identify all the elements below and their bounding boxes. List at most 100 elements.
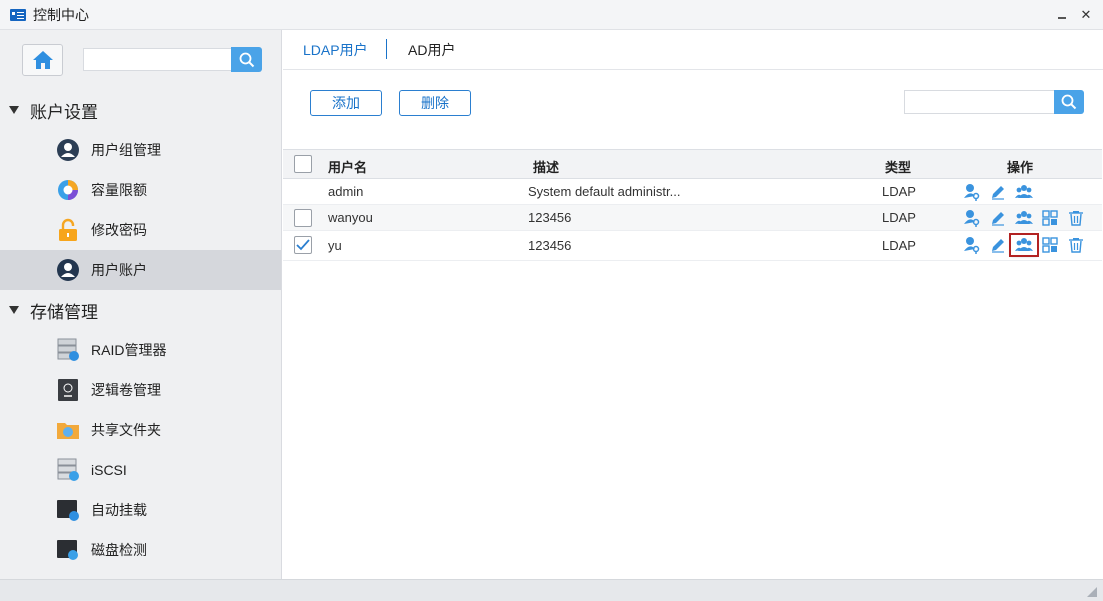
section-label: 存储管理: [30, 302, 98, 322]
sidebar-item-label: iSCSI: [91, 462, 127, 478]
collapse-triangle-icon: [9, 306, 19, 314]
resize-grip-icon[interactable]: [1087, 587, 1097, 597]
user-group-icon: [56, 138, 80, 162]
checkmark-icon: [296, 239, 310, 251]
apps-icon[interactable]: [1037, 235, 1063, 255]
sidebar-item-label: 共享文件夹: [91, 422, 161, 438]
cell-username: admin: [328, 184, 364, 199]
table-row: yu 123456 LDAP: [283, 231, 1102, 261]
lock-icon: [56, 218, 80, 242]
user-account-icon: [56, 258, 80, 282]
cell-username: wanyou: [328, 210, 373, 225]
table-row: wanyou 123456 LDAP: [283, 205, 1102, 231]
sidebar-item-lvm[interactable]: 逻辑卷管理: [0, 370, 281, 410]
trash-icon[interactable]: [1063, 208, 1089, 228]
disk-check-icon: [56, 538, 80, 562]
sidebar-item-user-group[interactable]: 用户组管理: [0, 130, 281, 170]
key-user-icon[interactable]: [959, 182, 985, 202]
status-bar: [0, 579, 1103, 601]
sidebar-item-shared-folder[interactable]: 共享文件夹: [0, 410, 281, 450]
search-icon: [1061, 94, 1077, 110]
minimize-button[interactable]: [1055, 6, 1069, 22]
user-search-input[interactable]: [904, 90, 1055, 114]
sidebar-search-input[interactable]: [83, 48, 231, 71]
cell-description: 123456: [528, 238, 572, 253]
table-header: 用户名 描述 类型 操作: [283, 149, 1102, 179]
sidebar-item-label: 磁盘检测: [91, 542, 147, 558]
sidebar-item-label: 用户组管理: [91, 142, 161, 158]
header-type: 类型: [885, 160, 912, 175]
header-actions: 操作: [1007, 160, 1034, 175]
apps-icon[interactable]: [1037, 208, 1063, 228]
trash-icon[interactable]: [1063, 235, 1089, 255]
cell-type: LDAP: [882, 210, 916, 225]
table-row: admin System default administr... LDAP: [283, 179, 1102, 205]
home-button[interactable]: [22, 44, 63, 76]
sidebar-item-label: 修改密码: [91, 222, 147, 238]
section-account-settings[interactable]: 账户设置: [0, 90, 281, 130]
row-checkbox[interactable]: [294, 209, 312, 227]
cell-description: System default administr...: [528, 184, 681, 199]
sidebar-item-quota[interactable]: 容量限额: [0, 170, 281, 210]
sidebar-item-label: RAID管理器: [91, 342, 167, 358]
tab-ldap-users[interactable]: LDAP用户: [303, 40, 368, 60]
close-icon: ✕: [1080, 6, 1092, 22]
header-description: 描述: [533, 160, 560, 175]
window-title: 控制中心: [33, 6, 89, 23]
user-search-button[interactable]: [1054, 90, 1084, 114]
add-button[interactable]: 添加: [310, 90, 382, 116]
user-table: 用户名 描述 类型 操作 admin System default admini…: [283, 149, 1102, 261]
cell-type: LDAP: [882, 238, 916, 253]
sidebar-item-label: 用户账户: [91, 262, 147, 278]
sidebar-item-automount[interactable]: 自动挂载: [0, 490, 281, 530]
tab-bar: LDAP用户 AD用户: [283, 30, 1103, 70]
share-folder-icon: [56, 418, 80, 442]
row-actions: [959, 182, 1037, 202]
collapse-triangle-icon: [9, 106, 19, 114]
row-actions: [959, 233, 1089, 257]
row-actions: [959, 208, 1089, 228]
header-username: 用户名: [328, 160, 368, 175]
group-icon[interactable]: [1009, 233, 1039, 257]
sidebar-item-label: 自动挂载: [91, 502, 147, 518]
group-icon[interactable]: [1011, 182, 1037, 202]
row-checkbox-checked[interactable]: [294, 236, 312, 254]
automount-icon: [56, 498, 80, 522]
edit-icon[interactable]: [985, 208, 1011, 228]
main-panel: LDAP用户 AD用户 添加 删除 用户名 描述 类型 操作 admin Sys…: [283, 30, 1103, 579]
cell-type: LDAP: [882, 184, 916, 199]
close-button[interactable]: ✕: [1079, 6, 1093, 22]
minimize-icon: [1058, 16, 1066, 19]
search-icon: [239, 52, 254, 67]
iscsi-icon: [56, 458, 80, 482]
lvm-icon: [56, 378, 80, 402]
key-user-icon[interactable]: [959, 235, 985, 255]
cell-username: yu: [328, 238, 342, 253]
tab-separator: [386, 39, 387, 59]
tab-ad-users[interactable]: AD用户: [408, 40, 455, 60]
window-controls: ✕: [1055, 6, 1093, 22]
sidebar-item-raid[interactable]: RAID管理器: [0, 330, 281, 370]
sidebar-search-button[interactable]: [231, 47, 262, 72]
section-label: 账户设置: [30, 102, 98, 122]
title-bar: 控制中心 ✕: [0, 0, 1103, 30]
sidebar: 账户设置 用户组管理 容量限额 修改密码 用户账户 存储管理 RAID管理器 逻…: [0, 30, 282, 579]
home-icon: [32, 51, 53, 69]
edit-icon[interactable]: [985, 235, 1011, 255]
edit-icon[interactable]: [985, 182, 1011, 202]
cell-description: 123456: [528, 210, 572, 225]
control-center-icon: [10, 8, 26, 21]
select-all-checkbox[interactable]: [294, 155, 312, 173]
raid-icon: [56, 338, 80, 362]
sidebar-item-disk-check[interactable]: 磁盘检测: [0, 530, 281, 570]
sidebar-item-iscsi[interactable]: iSCSI: [0, 450, 281, 490]
group-icon[interactable]: [1011, 208, 1037, 228]
key-user-icon[interactable]: [959, 208, 985, 228]
sidebar-item-change-password[interactable]: 修改密码: [0, 210, 281, 250]
delete-button[interactable]: 删除: [399, 90, 471, 116]
sidebar-item-label: 逻辑卷管理: [91, 382, 161, 398]
sidebar-item-label: 容量限额: [91, 182, 147, 198]
section-storage-management[interactable]: 存储管理: [0, 290, 281, 330]
sidebar-item-user-account[interactable]: 用户账户: [0, 250, 281, 290]
quota-pie-icon: [56, 178, 80, 202]
